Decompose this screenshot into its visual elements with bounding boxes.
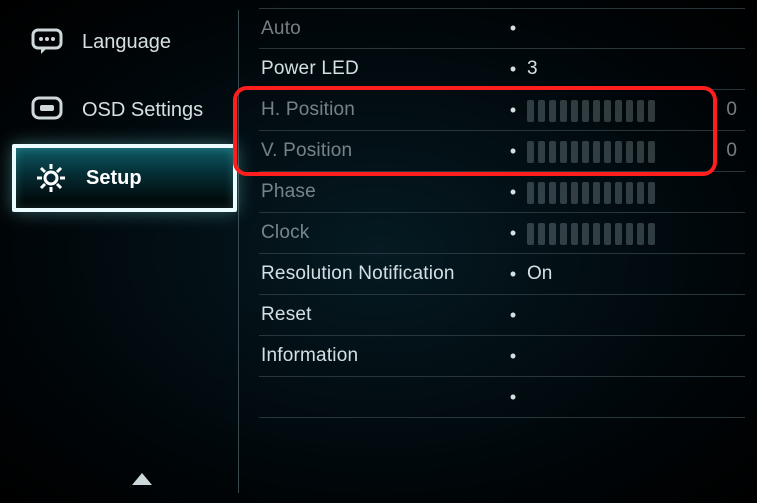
setting-row[interactable]: Resolution Notification•On <box>259 254 745 295</box>
bullet-icon: • <box>499 141 527 162</box>
settings-panel: Auto•Power LED•3H. Position•0V. Position… <box>237 8 745 495</box>
setting-value: On <box>527 263 707 285</box>
sidebar-item-osd-settings[interactable]: OSD Settings <box>12 76 237 144</box>
setting-value <box>527 139 707 163</box>
bullet-icon: • <box>499 387 527 408</box>
sidebar-item-language[interactable]: Language <box>12 8 237 76</box>
sidebar-item-label: OSD Settings <box>82 99 203 122</box>
setting-number: 0 <box>707 140 737 162</box>
osd-screen-icon <box>30 95 64 125</box>
setting-value <box>527 98 707 122</box>
setting-row[interactable]: V. Position• 0 <box>259 131 745 172</box>
setting-row[interactable]: Auto• <box>259 8 745 49</box>
setting-row[interactable]: • <box>259 377 745 418</box>
setting-row[interactable]: Phase• <box>259 172 745 213</box>
setting-row[interactable]: Reset• <box>259 295 745 336</box>
sidebar-item-label: Language <box>82 31 171 54</box>
gear-icon <box>34 163 68 193</box>
setting-row[interactable]: Clock• <box>259 213 745 254</box>
bullet-icon: • <box>499 305 527 326</box>
sidebar-item-label: Setup <box>86 167 142 190</box>
setting-value <box>527 221 707 245</box>
setting-label: Phase <box>259 181 499 203</box>
setting-row[interactable]: H. Position• 0 <box>259 90 745 131</box>
bullet-icon: • <box>499 346 527 367</box>
setting-label: V. Position <box>259 140 499 162</box>
speech-bubble-icon <box>30 27 64 57</box>
bullet-icon: • <box>499 223 527 244</box>
setting-label: Information <box>259 345 499 367</box>
sidebar: Language OSD Settings <box>12 8 237 495</box>
setting-value <box>527 180 707 204</box>
bullet-icon: • <box>499 264 527 285</box>
setting-row[interactable]: Power LED•3 <box>259 49 745 90</box>
setting-number: 0 <box>707 99 737 121</box>
scroll-up-indicator-icon[interactable] <box>132 473 152 485</box>
setting-label: Clock <box>259 222 499 244</box>
setting-label: Reset <box>259 304 499 326</box>
setting-label: Auto <box>259 18 499 40</box>
bullet-icon: • <box>499 18 527 39</box>
bullet-icon: • <box>499 182 527 203</box>
setting-label: H. Position <box>259 99 499 121</box>
bullet-icon: • <box>499 100 527 121</box>
bullet-icon: • <box>499 59 527 80</box>
setting-label: Resolution Notification <box>259 263 499 285</box>
setting-label: Power LED <box>259 58 499 80</box>
setting-row[interactable]: Information• <box>259 336 745 377</box>
sidebar-item-setup[interactable]: Setup <box>12 144 237 212</box>
setting-value: 3 <box>527 58 707 80</box>
